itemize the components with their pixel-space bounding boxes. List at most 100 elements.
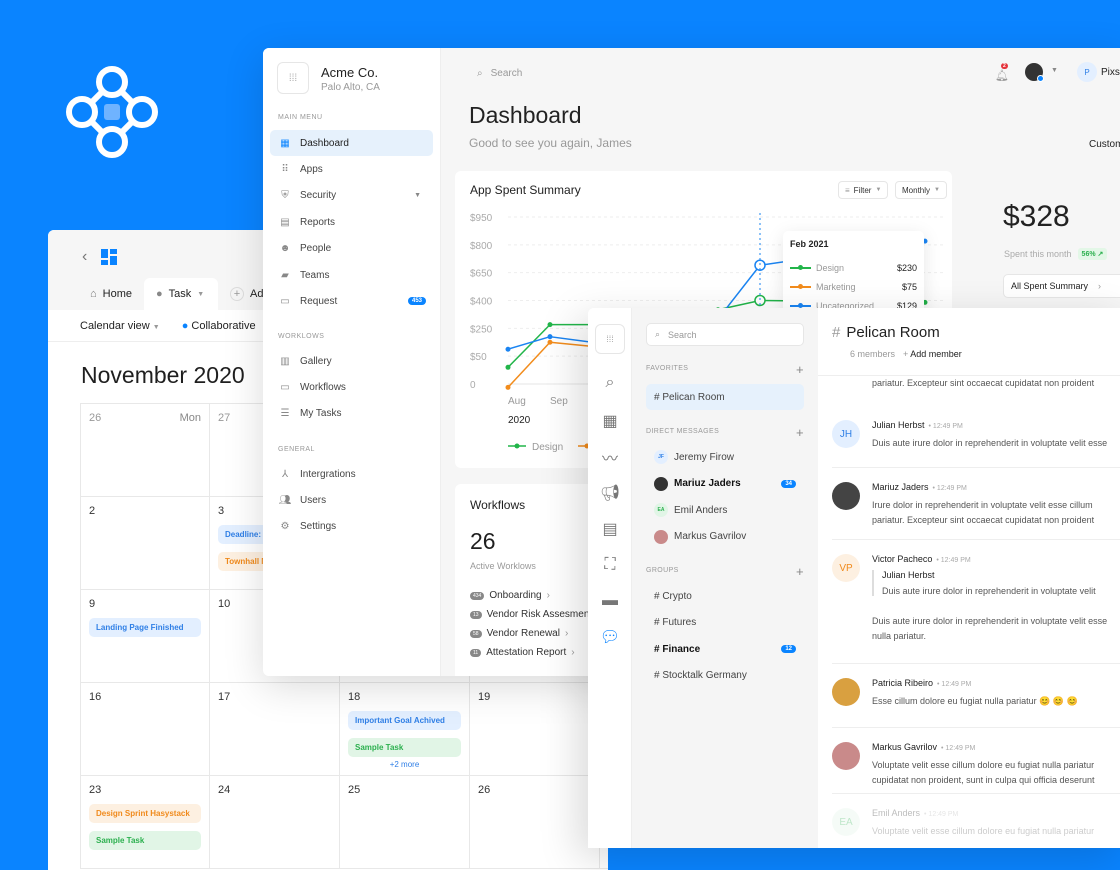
day-number: 26: [478, 784, 491, 796]
channel-search-input[interactable]: ⌕ Search: [646, 323, 804, 346]
sidebar-item-reports[interactable]: ▤ Reports: [270, 209, 433, 235]
fullscreen-icon[interactable]: ⛶: [601, 556, 619, 574]
layers-icon[interactable]: ▬: [601, 592, 619, 610]
dm-item[interactable]: EA Emil Anders: [646, 497, 804, 523]
calendar-event[interactable]: Landing Page Finished: [89, 618, 201, 637]
calendar-day[interactable]: 2: [81, 497, 210, 590]
add-member-button[interactable]: + Add member: [903, 349, 962, 359]
megaphone-icon[interactable]: 📢︎: [600, 484, 620, 502]
legend-label[interactable]: Design: [532, 442, 563, 453]
sidebar-item-apps[interactable]: ⠿ Apps: [270, 156, 433, 182]
notifications-button[interactable]: 🔔︎ 2: [995, 63, 1009, 84]
calendar-day[interactable]: 18 Important Goal Achived Sample Task +2 mo…: [340, 683, 470, 776]
calendar-event[interactable]: Important Goal Achived: [348, 711, 461, 730]
data-point[interactable]: [547, 322, 553, 328]
sidebar-item-intergrations[interactable]: ⅄ Intergrations: [270, 461, 433, 487]
all-spent-summary-button[interactable]: All Spent Summary ›: [1003, 274, 1120, 298]
sidebar-item-workflows[interactable]: ▭ Workflows: [270, 374, 433, 400]
calendar-view-dropdown[interactable]: Calendar view ▼: [80, 320, 160, 332]
dm-item[interactable]: JF Jeremy Firow: [646, 444, 804, 470]
more-events-link[interactable]: +2 more: [348, 760, 461, 769]
group-item[interactable]: # Futures: [646, 610, 804, 636]
sidebar-item-request[interactable]: ▭ Request 453: [270, 288, 433, 314]
calendar-day[interactable]: 16: [81, 683, 210, 776]
series-swatch: [790, 283, 811, 289]
avatar: VP: [832, 554, 860, 582]
change-badge: 56% ↗: [1077, 248, 1108, 260]
groups-section: GROUPS +: [646, 564, 804, 579]
trend-icon[interactable]: 〰: [601, 448, 619, 468]
calendar-event[interactable]: Design Sprint Hasystack: [89, 804, 201, 823]
calendar-day[interactable]: 26: [470, 776, 600, 869]
calendar-day[interactable]: 25: [340, 776, 470, 869]
integration-icon: ⅄: [281, 468, 289, 480]
workspace-name[interactable]: Pixs: [1101, 67, 1120, 78]
group-name: # Stocktalk Germany: [654, 670, 747, 681]
chat-icon[interactable]: 💬︎: [600, 628, 620, 646]
room-header: # Pelican Room 6 members + Add member: [818, 308, 1120, 376]
message-text: pariatur. Excepteur sint occaecat cupida…: [872, 378, 1095, 388]
search-icon[interactable]: ⌕: [601, 374, 619, 392]
data-point[interactable]: [505, 364, 511, 370]
message: VP Victor Pacheco • 12:49 PM Julian Herbst D…: [832, 540, 1120, 664]
workflow-item[interactable]: 58 Vendor Renewal ›: [470, 628, 568, 639]
add-dm-icon[interactable]: +: [796, 425, 804, 440]
workflow-item[interactable]: 11 Attestation Report ›: [470, 647, 575, 658]
sidebar-item-settings[interactable]: ⚙ Settings: [270, 514, 433, 540]
filter-button[interactable]: ≡ Filter ▼: [838, 181, 889, 199]
workflow-item[interactable]: 13Vendor Risk Assesment›: [470, 609, 601, 620]
channel-pelican-room[interactable]: # Pelican Room: [646, 384, 804, 410]
avatar: [654, 529, 668, 544]
calendar-day[interactable]: 19: [470, 683, 600, 776]
sidebar-item-label: Apps: [300, 163, 323, 175]
sidebar-item-my-tasks[interactable]: ☰ My Tasks: [270, 401, 433, 427]
series-line-design: [507, 324, 551, 368]
calendar-day[interactable]: 23 Design Sprint Hasystack Sample Task: [81, 776, 210, 869]
day-number: 2: [89, 505, 96, 517]
chevron-down-icon[interactable]: ▼: [1051, 67, 1058, 74]
calendar-day[interactable]: 17: [210, 683, 340, 776]
calendar-event[interactable]: Sample Task: [348, 738, 461, 757]
dm-item[interactable]: Markus Gavrilov: [646, 524, 804, 550]
dm-item[interactable]: Mariuz Jaders 34: [646, 471, 804, 497]
tab-task[interactable]: ● Task ▼: [144, 278, 218, 310]
collaborative-button[interactable]: ● Collaborative: [182, 320, 256, 332]
group-item[interactable]: # Crypto: [646, 583, 804, 609]
avatar: [654, 476, 668, 491]
message: Patricia Ribeiro • 12:49 PM Esse cillum do…: [832, 664, 1120, 728]
sidebar-item-security[interactable]: ⛨ Security ▼: [270, 183, 433, 209]
data-point[interactable]: [505, 384, 511, 390]
period-dropdown[interactable]: Monthly ▼: [895, 181, 947, 199]
weekday-label: Mon: [179, 412, 201, 424]
data-point[interactable]: [547, 334, 553, 340]
sidebar-item-users[interactable]: 👥︎ Users: [270, 487, 433, 513]
sidebar-item-dashboard[interactable]: ▦ Dashboard: [270, 130, 433, 156]
message-author: Patricia Ribeiro • 12:49 PM: [872, 678, 971, 688]
add-group-icon[interactable]: +: [796, 564, 804, 579]
data-point[interactable]: [505, 346, 511, 352]
back-chevron-icon[interactable]: ‹: [82, 248, 87, 266]
tab-home[interactable]: ⌂ Home: [78, 278, 144, 310]
member-count: 6 members: [850, 349, 896, 359]
top-search[interactable]: ⌕ Search: [477, 68, 522, 79]
sidebar-item-people[interactable]: ☻ People: [270, 236, 433, 262]
dashboard-icon[interactable]: ▦: [601, 412, 619, 430]
reader-icon[interactable]: ▤: [601, 520, 619, 538]
calendar-day[interactable]: 9 Landing Page Finished: [81, 590, 210, 683]
workspace-avatar[interactable]: P: [1077, 62, 1097, 82]
add-favorite-icon[interactable]: +: [796, 362, 804, 377]
data-point[interactable]: [547, 339, 553, 345]
day-number: 16: [89, 691, 102, 703]
message: Markus Gavrilov • 12:49 PM Voluptate velit…: [832, 728, 1120, 794]
calendar-day[interactable]: 24: [210, 776, 340, 869]
calendar-day[interactable]: 26 Mon: [81, 404, 210, 497]
workflow-item[interactable]: 434 Onboarding ›: [470, 590, 550, 601]
sidebar-item-teams[interactable]: ▰ Teams: [270, 262, 433, 288]
sidebar-item-gallery[interactable]: ▥ Gallery: [270, 348, 433, 374]
dm-name: Markus Gavrilov: [674, 531, 747, 542]
calendar-event[interactable]: Sample Task: [89, 831, 201, 850]
customize-button[interactable]: Custom: [1089, 139, 1120, 150]
user-avatar[interactable]: [1025, 63, 1044, 82]
group-item[interactable]: # Finance 12: [646, 636, 804, 662]
group-item[interactable]: # Stocktalk Germany: [646, 663, 804, 689]
